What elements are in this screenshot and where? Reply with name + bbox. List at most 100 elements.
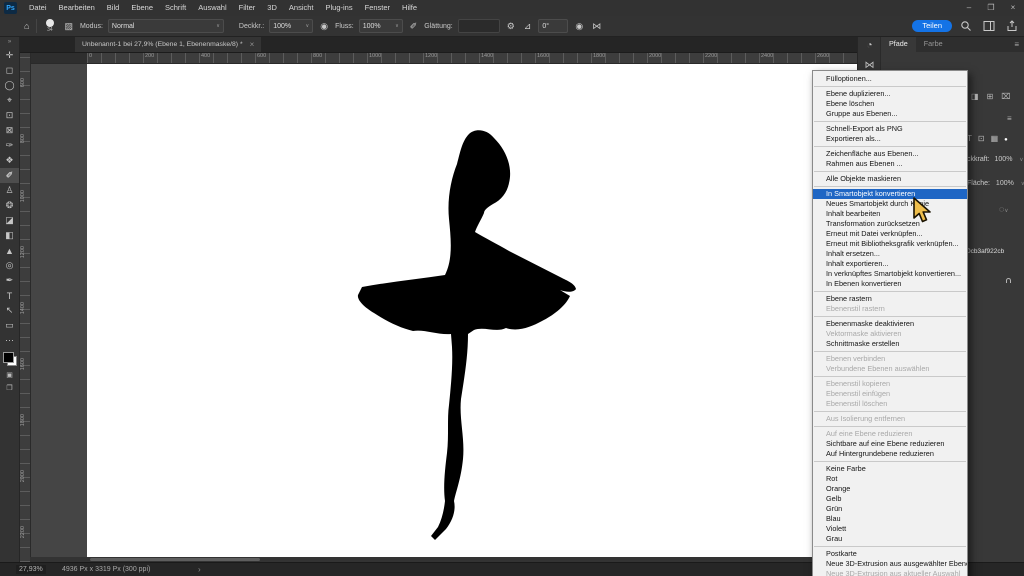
quick-mask-icon[interactable]: ▣ [0, 371, 19, 379]
menu-item-ebene[interactable]: Ebene [125, 0, 159, 16]
ctx-gelb[interactable]: Gelb [813, 494, 967, 504]
ctx-rot[interactable]: Rot [813, 474, 967, 484]
menu-item-schrift[interactable]: Schrift [159, 0, 192, 16]
path-selection-tool[interactable]: ↖ [0, 303, 19, 318]
gear-icon[interactable]: ⚙ [505, 21, 517, 32]
menu-item-hilfe[interactable]: Hilfe [396, 0, 423, 16]
teilen-button[interactable]: Teilen [912, 20, 952, 32]
brush-settings-toggle-icon[interactable]: ▨ [62, 21, 75, 32]
opacity-select[interactable]: 100% ∨ [269, 19, 313, 33]
panel-menu-icon[interactable]: ≡ [1014, 40, 1024, 49]
marquee-tool[interactable]: ◻ [0, 63, 19, 78]
ctx-violett[interactable]: Violett [813, 524, 967, 534]
ctx-fülloptionen[interactable]: Fülloptionen... [813, 74, 967, 84]
dodge-tool[interactable]: ◎ [0, 258, 19, 273]
layer-filter-icons[interactable]: T⊡▦● [967, 134, 1014, 143]
ctx-transformation-zurücksetzen[interactable]: Transformation zurücksetzen [813, 219, 967, 229]
smoothing-input[interactable] [458, 19, 500, 33]
crop-tool[interactable]: ⊡ [0, 108, 19, 123]
move-tool[interactable]: ✛ [0, 48, 19, 63]
menu-item-bild[interactable]: Bild [101, 0, 126, 16]
history-icon[interactable]: ◔ [858, 36, 881, 56]
menu-item-auswahl[interactable]: Auswahl [192, 0, 232, 16]
blend-mode-select[interactable]: Normal ∨ [108, 19, 224, 33]
pressure-opacity-icon[interactable]: ◉ [318, 21, 330, 32]
menu-item-plug-ins[interactable]: Plug-ins [320, 0, 359, 16]
document-tab[interactable]: Unbenannt-1 bei 27,9% (Ebene 1, Ebenenma… [75, 36, 261, 52]
symmetry-icon[interactable]: ⋈ [590, 21, 603, 32]
ctx-inhalt-exportieren[interactable]: Inhalt exportieren... [813, 259, 967, 269]
ctx-ebene-duplizieren[interactable]: Ebene duplizieren... [813, 89, 967, 99]
tab-pfade[interactable]: Pfade [881, 36, 916, 52]
minimize-icon[interactable]: – [958, 0, 980, 16]
ctx-in-verknüpftes-smartobjekt-konvertieren[interactable]: In verknüpftes Smartobjekt konvertieren.… [813, 269, 967, 279]
ctx-neues-smartobjekt-durch-kopie[interactable]: Neues Smartobjekt durch Kopie [813, 199, 967, 209]
history-brush-tool[interactable]: ❂ [0, 198, 19, 213]
ctx-inhalt-ersetzen[interactable]: Inhalt ersetzen... [813, 249, 967, 259]
eyedropper-tool[interactable]: ✑ [0, 138, 19, 153]
ctx-keine-farbe[interactable]: Keine Farbe [813, 464, 967, 474]
close-icon[interactable]: × [1002, 0, 1024, 16]
menu-item-ansicht[interactable]: Ansicht [283, 0, 320, 16]
ctx-orange[interactable]: Orange [813, 484, 967, 494]
menu-item-fenster[interactable]: Fenster [359, 0, 396, 16]
ctx-erneut-mit-bibliotheksgrafik-verknüpfen[interactable]: Erneut mit Bibliotheksgrafik verknüpfen.… [813, 239, 967, 249]
ctx-schnell-export-als-png[interactable]: Schnell-Export als PNG [813, 124, 967, 134]
tab-close-icon[interactable]: × [250, 40, 255, 49]
opacity-row[interactable]: ckkraft: 100% ∨ [967, 156, 1023, 163]
airbrush-icon[interactable]: ✐ [408, 21, 420, 32]
screen-mode-icon[interactable]: ❐ [0, 384, 19, 392]
restore-icon[interactable]: ❐ [980, 0, 1002, 16]
panel-menu-icon[interactable]: ≡ [1007, 114, 1012, 123]
adjustment-icons[interactable]: ◨⊞⌧ [971, 92, 1018, 101]
object-selection-tool[interactable]: ⌖ [0, 93, 19, 108]
ctx-sichtbare-auf-eine-ebene-reduzieren[interactable]: Sichtbare auf eine Ebene reduzieren [813, 439, 967, 449]
ctx-schnittmaske-erstellen[interactable]: Schnittmaske erstellen [813, 339, 967, 349]
brush-preset-picker[interactable]: 34 [42, 19, 57, 33]
zoom-level-input[interactable]: 27,93% [16, 565, 46, 574]
ctx-auf-hintergrundebene-reduzieren[interactable]: Auf Hintergrundebene reduzieren [813, 449, 967, 459]
healing-brush-tool[interactable]: ❖ [0, 153, 19, 168]
home-icon[interactable]: ⌂ [22, 21, 31, 31]
scrollbar-thumb[interactable] [90, 558, 260, 561]
frame-tool[interactable]: ⊠ [0, 123, 19, 138]
fill-row[interactable]: Fläche: 100% ∨ [967, 180, 1024, 187]
ctx-zeichenfläche-aus-ebenen[interactable]: Zeichenfläche aus Ebenen... [813, 149, 967, 159]
foreground-color-swatch[interactable] [3, 352, 14, 363]
lasso-tool[interactable]: ◯ [0, 78, 19, 93]
ctx-rahmen-aus-ebenen[interactable]: Rahmen aus Ebenen ... [813, 159, 967, 169]
brush-angle-input[interactable]: 0° [538, 19, 568, 33]
pick-a-filter-icon[interactable]: ◌∨ [999, 204, 1008, 214]
rectangle-tool[interactable]: ▭ [0, 318, 19, 333]
layer-name[interactable]: 0cb3af922cb [967, 248, 1004, 255]
ctx-blau[interactable]: Blau [813, 514, 967, 524]
ctx-gruppe-aus-ebenen[interactable]: Gruppe aus Ebenen... [813, 109, 967, 119]
ctx-ebenenmaske-deaktivieren[interactable]: Ebenenmaske deaktivieren [813, 319, 967, 329]
clone-stamp-tool[interactable]: ♙ [0, 183, 19, 198]
brush-tool[interactable]: ✐ [0, 168, 19, 183]
menu-item-bearbeiten[interactable]: Bearbeiten [53, 0, 101, 16]
menu-item-filter[interactable]: Filter [233, 0, 262, 16]
ctx-alle-objekte-maskieren[interactable]: Alle Objekte maskieren [813, 174, 967, 184]
ctx-grün[interactable]: Grün [813, 504, 967, 514]
ctx-ebene-rastern[interactable]: Ebene rastern [813, 294, 967, 304]
search-icon[interactable] [960, 20, 972, 32]
status-chevron-icon[interactable]: › [198, 565, 201, 574]
pen-tool[interactable]: ✒ [0, 273, 19, 288]
ctx-inhalt-bearbeiten[interactable]: Inhalt bearbeiten [813, 209, 967, 219]
workspace-icon[interactable] [983, 20, 995, 32]
toolbar-collapse-icon[interactable]: » [0, 36, 19, 48]
ctx-ebene-löschen[interactable]: Ebene löschen [813, 99, 967, 109]
type-tool[interactable]: T [0, 288, 19, 303]
color-swatches[interactable] [3, 352, 17, 366]
ctx-erneut-mit-datei-verknüpfen[interactable]: Erneut mit Datei verknüpfen... [813, 229, 967, 239]
tab-farbe[interactable]: Farbe [916, 36, 951, 52]
flow-select[interactable]: 100% ∨ [359, 19, 403, 33]
blur-tool[interactable]: ▲ [0, 243, 19, 258]
ctx-in-ebenen-konvertieren[interactable]: In Ebenen konvertieren [813, 279, 967, 289]
ctx-in-smartobjekt-konvertieren[interactable]: In Smartobjekt konvertieren [813, 189, 967, 199]
gradient-tool[interactable]: ◧ [0, 228, 19, 243]
pressure-size-icon[interactable]: ◉ [573, 21, 585, 32]
menu-item-3d[interactable]: 3D [261, 0, 283, 16]
ctx-postkarte[interactable]: Postkarte [813, 549, 967, 559]
